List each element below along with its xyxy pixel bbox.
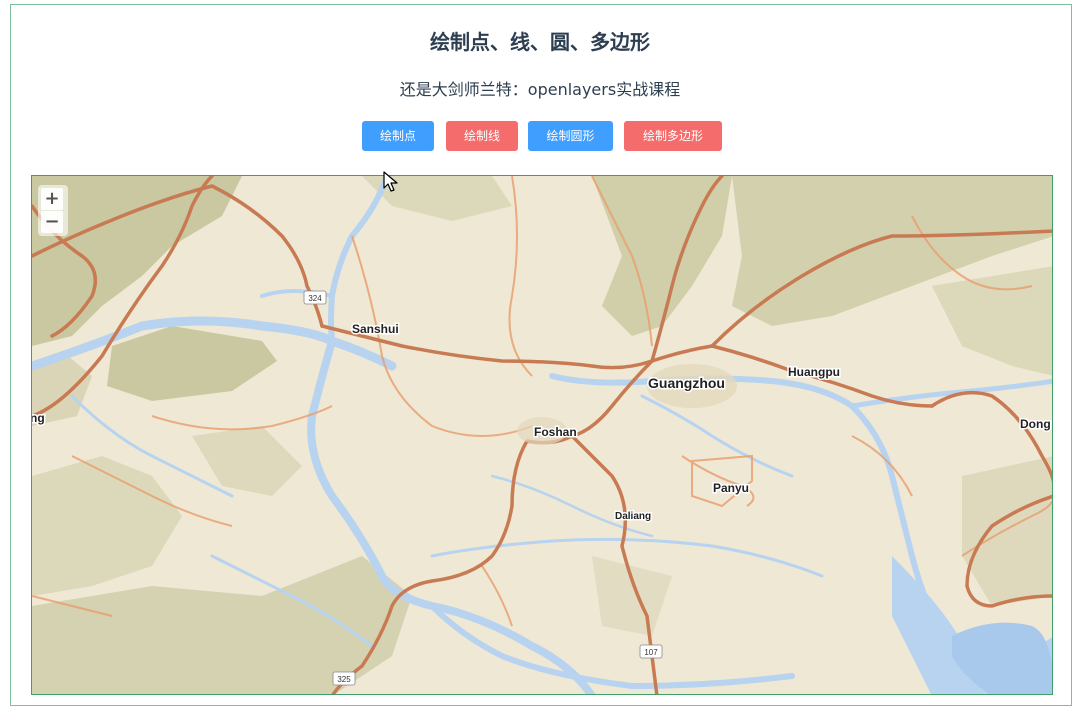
zoom-out-button[interactable]: − xyxy=(41,211,63,233)
svg-text:325: 325 xyxy=(337,675,351,684)
zoom-in-button[interactable]: + xyxy=(41,188,63,210)
mouse-cursor-icon xyxy=(383,171,398,192)
draw-point-button[interactable]: 绘制点 xyxy=(362,121,434,151)
map-canvas: 324 325 107 Sanshui Guangzhou Huangpu Fo… xyxy=(32,176,1052,694)
place-label-guangzhou: Guangzhou xyxy=(648,375,725,391)
place-label-huangpu: Huangpu xyxy=(788,365,840,379)
place-label-foshan: Foshan xyxy=(534,425,577,439)
zoom-control: + − xyxy=(38,185,68,236)
map-viewport[interactable]: 324 325 107 Sanshui Guangzhou Huangpu Fo… xyxy=(31,175,1053,695)
route-shield-107: 107 xyxy=(639,644,663,659)
place-label-ng: ng xyxy=(32,411,45,425)
page-subtitle: 还是大剑师兰特：openlayers实战课程 xyxy=(399,80,681,99)
place-label-panyu: Panyu xyxy=(713,481,749,495)
place-label-daliang: Daliang xyxy=(615,511,651,522)
svg-text:324: 324 xyxy=(308,294,322,303)
place-label-dong: Dong xyxy=(1020,417,1051,431)
route-shield-324: 324 xyxy=(303,290,327,305)
draw-circle-button[interactable]: 绘制圆形 xyxy=(528,121,613,151)
draw-line-button[interactable]: 绘制线 xyxy=(446,121,518,151)
route-shield-325: 325 xyxy=(332,671,356,686)
draw-polygon-button[interactable]: 绘制多边形 xyxy=(624,121,722,151)
svg-text:107: 107 xyxy=(644,648,658,657)
place-label-sanshui: Sanshui xyxy=(352,322,399,336)
page-title: 绘制点、线、圆、多边形 xyxy=(430,30,650,54)
